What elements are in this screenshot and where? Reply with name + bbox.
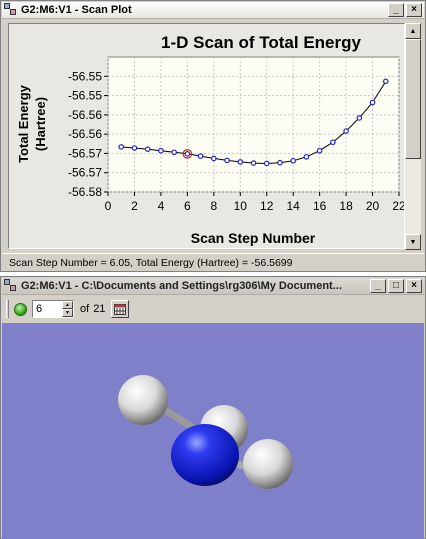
molecule-maximize-button[interactable]: □ (388, 279, 404, 293)
y-axis-label-line2: (Hartree) (33, 97, 48, 151)
x-tick-label: 16 (313, 199, 327, 213)
x-tick-label: 2 (131, 199, 138, 213)
molecule-window-title: G2:M6:V1 - C:\Documents and Settings\rg3… (21, 280, 342, 292)
y-tick-label: -56.58 (68, 185, 102, 199)
scroll-up-arrow-icon[interactable]: ▲ (405, 23, 421, 39)
toolbar-grip[interactable] (6, 300, 9, 318)
data-point[interactable] (171, 149, 177, 156)
data-point[interactable] (184, 151, 191, 157)
x-tick-label: 4 (158, 199, 165, 213)
gaussview-app-icon (4, 3, 18, 17)
x-tick-label: 0 (105, 199, 112, 213)
data-point[interactable] (144, 146, 151, 152)
x-tick-label: 14 (287, 199, 301, 213)
data-point[interactable] (263, 160, 270, 167)
animation-toolbar: 6 ▲ ▼ of 21 (2, 297, 424, 321)
ammonia-molecule-model[interactable] (2, 323, 424, 539)
x-tick-label: 22 (392, 199, 404, 213)
step-spinbox[interactable]: 6 ▲ ▼ (32, 300, 74, 318)
data-point[interactable] (118, 144, 125, 150)
molecule-window: G2:M6:V1 - C:\Documents and Settings\rg3… (0, 276, 426, 539)
scan-plot-window: G2:M6:V1 - Scan Plot _ × 1-D Scan of Tot… (0, 0, 426, 272)
scan-plot-minimize-button[interactable]: _ (388, 3, 404, 17)
plot-area[interactable]: 1-D Scan of Total Energy -56.55 -56.55 -56… (8, 23, 406, 249)
scroll-down-arrow-icon[interactable]: ▼ (405, 234, 421, 250)
molecule-titlebar[interactable]: G2:M6:V1 - C:\Documents and Settings\rg3… (2, 278, 424, 295)
data-point[interactable] (211, 155, 217, 162)
x-tick-label: 12 (260, 199, 274, 213)
x-tick-label: 10 (234, 199, 248, 213)
molecule-viewport[interactable] (2, 323, 424, 539)
data-point[interactable] (131, 145, 138, 151)
data-point[interactable] (382, 78, 389, 85)
y-tick-label: -56.57 (68, 166, 102, 180)
hydrogen-atom-left[interactable] (118, 375, 168, 425)
data-point[interactable] (197, 153, 204, 159)
data-point[interactable] (290, 157, 296, 164)
y-tick-label: -56.56 (68, 108, 102, 122)
step-up-arrow-icon[interactable]: ▲ (62, 301, 73, 309)
data-point[interactable] (369, 99, 376, 106)
plot-vertical-scrollbar[interactable]: ▲ ▼ (405, 23, 421, 250)
play-animation-icon[interactable] (14, 302, 27, 316)
y-tick-label: -56.55 (68, 89, 102, 103)
y-tick-label: -56.56 (68, 127, 102, 141)
data-point[interactable] (343, 128, 349, 134)
data-point[interactable] (330, 139, 336, 146)
scan-plot-titlebar[interactable]: G2:M6:V1 - Scan Plot _ × (2, 2, 424, 19)
data-point[interactable] (277, 159, 283, 166)
data-point[interactable] (316, 147, 323, 154)
molecule-close-button[interactable]: × (406, 279, 422, 293)
total-steps: 21 (93, 303, 106, 315)
x-tick-label: 6 (184, 199, 191, 213)
step-down-arrow-icon[interactable]: ▼ (62, 309, 73, 317)
x-axis-label: Scan Step Number (191, 230, 316, 246)
animation-options-icon[interactable] (111, 300, 130, 318)
y-tick-label: -56.55 (68, 69, 102, 83)
scroll-thumb[interactable] (405, 39, 421, 159)
x-tick-label: 20 (366, 199, 380, 213)
data-point[interactable] (237, 159, 244, 165)
data-point[interactable] (356, 115, 363, 121)
chart-title: 1-D Scan of Total Energy (161, 33, 361, 52)
scan-plot-close-button[interactable]: × (406, 3, 422, 17)
x-tick-label: 18 (339, 199, 353, 213)
x-tick-label: 8 (210, 199, 217, 213)
energy-scan-chart[interactable]: 1-D Scan of Total Energy -56.55 -56.55 -56… (9, 24, 406, 248)
molecule-minimize-button[interactable]: _ (370, 279, 386, 293)
data-point[interactable] (303, 154, 310, 160)
nitrogen-atom[interactable] (171, 424, 239, 486)
of-label: of (80, 303, 90, 315)
scan-status-bar: Scan Step Number = 6.05, Total Energy (H… (2, 253, 424, 271)
hydrogen-atom-right[interactable] (243, 439, 293, 489)
y-axis-label-line1: Total Energy (16, 84, 31, 163)
plot-background (107, 56, 400, 193)
scan-plot-title: G2:M6:V1 - Scan Plot (21, 4, 132, 16)
step-value[interactable]: 6 (33, 303, 62, 315)
gaussview-app-icon (4, 279, 18, 293)
data-point[interactable] (158, 147, 164, 154)
y-tick-label: -56.57 (68, 146, 102, 160)
data-point[interactable] (250, 160, 257, 166)
data-point[interactable] (224, 157, 230, 164)
